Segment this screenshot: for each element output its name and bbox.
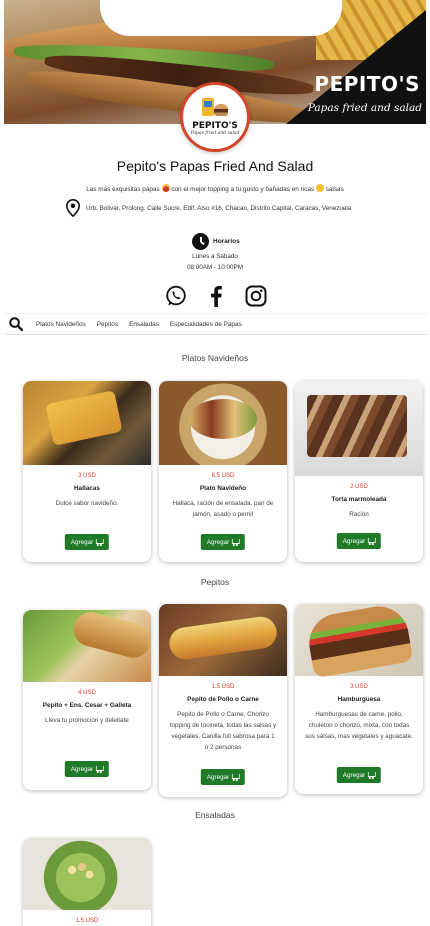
- product-image-hallacas[interactable]: [23, 381, 151, 465]
- product-description: Pepito de Pollo o Carne, Chorizo topping…: [169, 711, 277, 751]
- store-name: Pepito's Papas Fried And Salad: [116, 158, 314, 174]
- cart-icon: [232, 539, 241, 546]
- address-text: Urb. Bolivar, Prolong. Calle Sucre, Edif…: [86, 204, 352, 212]
- section-title-ensaladas: Ensaladas: [195, 810, 235, 820]
- cart-icon: [96, 766, 105, 773]
- logo-food-icon: [202, 98, 228, 120]
- product-name: Hamburguesa: [337, 696, 381, 703]
- product-card[interactable]: 4 USD Pepito + Ens. Cesar + Galleta Llev…: [23, 610, 151, 790]
- yum-face-emoji-icon: [315, 184, 324, 192]
- cart-icon: [368, 772, 377, 779]
- product-description: Hamburguesas de carne, pollo, chuleton o…: [305, 711, 413, 740]
- product-name: Hallacas: [74, 485, 100, 492]
- product-price: 1.5 USD: [75, 918, 99, 924]
- product-card[interactable]: 3 USD Hamburguesa Hamburguesas de carne,…: [295, 604, 423, 794]
- product-description: Dulce sabor navideño.: [55, 500, 119, 507]
- cart-icon: [368, 538, 377, 545]
- logo-cup: [202, 98, 214, 116]
- facebook-icon[interactable]: [209, 285, 223, 307]
- product-price: 3 USD: [350, 684, 368, 690]
- product-image-pepito-cesar[interactable]: [23, 610, 151, 682]
- add-button-label: Agregar: [206, 773, 230, 781]
- section-title-pepitos: Pepitos: [200, 577, 230, 587]
- store-tagline: Las más exquisitas papas con el mejor to…: [0, 184, 430, 193]
- product-name: Torta marmoleada: [331, 496, 387, 503]
- tab-especialidades-de-papas[interactable]: Especialidades de Papas: [170, 321, 242, 328]
- add-to-cart-button[interactable]: Agregar: [200, 534, 246, 550]
- product-card[interactable]: 8.5 USD Plato Navideño Hallaca, ración d…: [159, 381, 287, 562]
- tab-pepitos[interactable]: Pepitos: [97, 321, 118, 328]
- product-card[interactable]: 1.5 USD Pepito de Pollo o Carne Pepito d…: [159, 604, 287, 797]
- product-description: Lleva tu promoción y deleitate: [45, 717, 129, 724]
- logo-name: PEPITO'S: [192, 121, 238, 131]
- product-image-hamburguesa[interactable]: [295, 604, 423, 676]
- hours-time: 08:00AM - 10:00PM: [186, 264, 243, 271]
- logo-burger: [214, 104, 228, 116]
- add-to-cart-button[interactable]: Agregar: [64, 534, 110, 550]
- banner-brand-subtitle: Papas fried and salad: [307, 102, 422, 114]
- product-image-ensalada[interactable]: [23, 838, 151, 910]
- tab-ensaladas[interactable]: Ensaladas: [129, 321, 159, 328]
- store-address: Urb. Bolivar, Prolong. Calle Sucre, Edif…: [66, 199, 386, 217]
- product-description: Ración: [349, 511, 369, 518]
- product-image-torta-marmoleada[interactable]: [295, 381, 423, 476]
- category-nav: Platos Navideños Pepitos Ensaladas Espec…: [4, 313, 428, 335]
- tab-platos-navidenos[interactable]: Platos Navideños: [36, 321, 86, 328]
- hours-days: Lunes a Sábado: [192, 253, 238, 260]
- add-to-cart-button[interactable]: Agregar: [64, 761, 110, 777]
- cart-icon: [232, 774, 241, 781]
- tagline-part2: con el mejor topping a tu gusto y bañada…: [171, 186, 315, 193]
- cart-icon: [96, 539, 105, 546]
- product-name: Pepito de Pollo o Carne: [187, 696, 259, 703]
- hours-label: Horarios: [213, 237, 240, 245]
- section-title-platos-navidenos: Platos Navideños: [181, 353, 249, 363]
- product-price: 3 USD: [78, 473, 96, 479]
- search-icon: [9, 317, 23, 331]
- add-to-cart-button[interactable]: Agregar: [336, 533, 382, 549]
- add-button-label: Agregar: [70, 538, 94, 546]
- banner-brand-name: PEPITO'S: [314, 72, 420, 96]
- hours-header: Horarios: [192, 232, 240, 250]
- store-logo: PEPITO'S Papas fried and salad: [180, 82, 250, 152]
- add-button-label: Agregar: [342, 771, 366, 779]
- search-button[interactable]: [4, 317, 28, 331]
- add-to-cart-button[interactable]: Agregar: [200, 769, 246, 785]
- banner-notch: [100, 0, 342, 36]
- product-card[interactable]: 1.5 USD: [23, 838, 151, 926]
- whatsapp-icon[interactable]: [165, 285, 187, 307]
- product-card[interactable]: 2 USD Torta marmoleada Ración Agregar: [295, 381, 423, 562]
- clock-icon: [192, 232, 209, 250]
- product-price: 4 USD: [78, 690, 96, 696]
- menu-page: PEPITO'S Papas fried and salad PEPITO'S …: [0, 0, 430, 926]
- tagline-part1: Las más exquisitas papas: [86, 186, 160, 193]
- instagram-icon[interactable]: [245, 285, 267, 307]
- product-description: Hallaca, ración de ensalada, pan de jamó…: [172, 500, 274, 518]
- logo-subtitle: Papas fried and salad: [190, 131, 240, 136]
- product-card[interactable]: 3 USD Hallacas Dulce sabor navideño. Agr…: [23, 381, 151, 562]
- product-image-plato-navideno[interactable]: [159, 381, 287, 465]
- product-name: Plato Navideño: [199, 485, 247, 492]
- add-to-cart-button[interactable]: Agregar: [336, 767, 382, 783]
- product-price: 1.5 USD: [211, 684, 235, 690]
- product-price: 8.5 USD: [211, 473, 235, 479]
- add-button-label: Agregar: [206, 538, 230, 546]
- tagline-part3: salsas: [325, 186, 344, 193]
- social-links: [165, 284, 267, 308]
- location-pin-icon: [66, 199, 80, 217]
- add-button-label: Agregar: [342, 537, 366, 545]
- add-button-label: Agregar: [70, 765, 94, 773]
- product-price: 2 USD: [350, 484, 368, 490]
- fries-emoji-icon: [161, 184, 170, 192]
- product-image-pepito-pollo-carne[interactable]: [159, 604, 287, 676]
- product-name: Pepito + Ens. Cesar + Galleta: [42, 702, 132, 709]
